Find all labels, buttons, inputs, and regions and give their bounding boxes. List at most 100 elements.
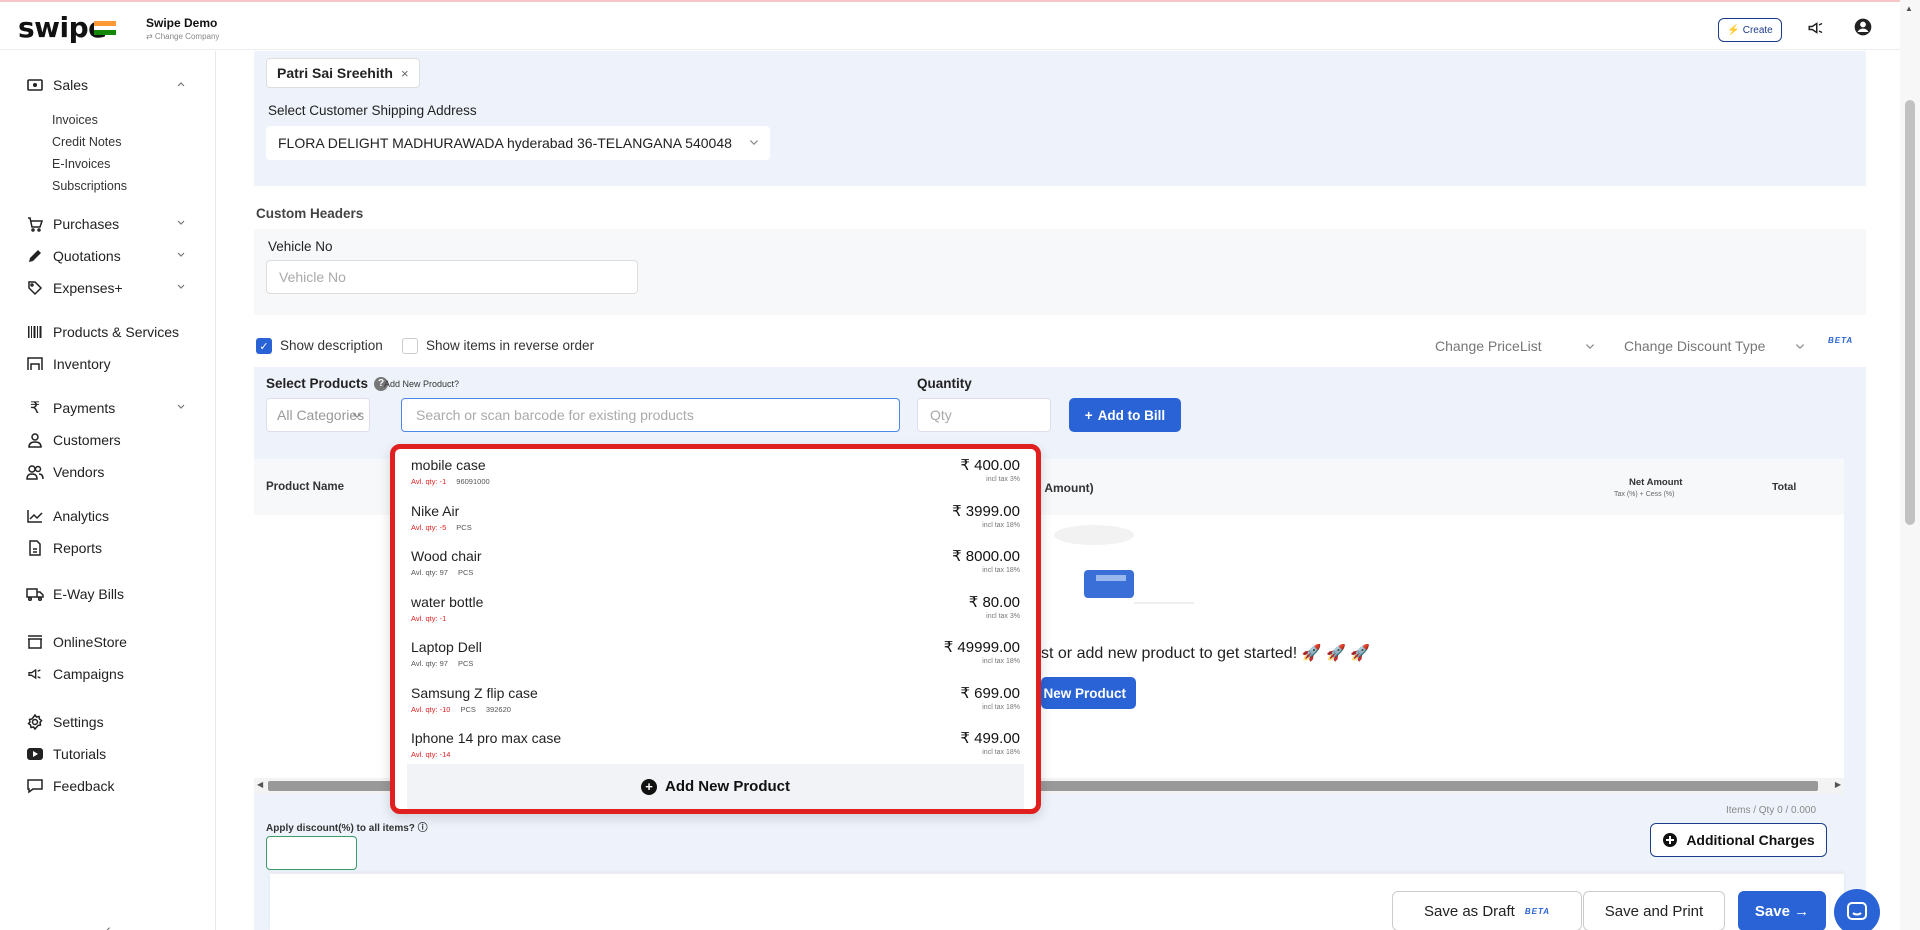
remove-customer-icon[interactable]: × bbox=[401, 66, 409, 81]
product-suggestion-item[interactable]: mobile case ₹ 400.00 Avl. qty: -1 96091000 i… bbox=[395, 449, 1036, 495]
quantity-input[interactable] bbox=[917, 398, 1051, 432]
sidebar-item-online-store[interactable]: OnlineStore bbox=[26, 631, 196, 653]
change-pricelist-select[interactable]: Change PriceList bbox=[1435, 338, 1542, 354]
product-search-input[interactable] bbox=[401, 398, 900, 432]
sidebar-item-tutorials[interactable]: Tutorials bbox=[26, 743, 196, 765]
account-icon[interactable] bbox=[1852, 16, 1874, 38]
chat-support-icon[interactable] bbox=[1834, 889, 1880, 930]
show-description-label[interactable]: Show description bbox=[280, 338, 383, 353]
sidebar-sub-credit-notes[interactable]: Credit Notes bbox=[52, 135, 121, 149]
sidebar-collapse-icon[interactable]: ‹ bbox=[106, 921, 111, 930]
reverse-order-label[interactable]: Show items in reverse order bbox=[426, 338, 594, 353]
sidebar-item-label: Expenses+ bbox=[53, 280, 123, 296]
customer-tag[interactable]: Patri Sai Sreehith × bbox=[266, 58, 420, 88]
save-and-print-button[interactable]: Save and Print bbox=[1583, 891, 1725, 930]
product-price: ₹ 400.00 bbox=[960, 457, 1020, 474]
sidebar: Sales Invoices Credit Notes E-Invoices S… bbox=[0, 51, 216, 930]
scroll-left-arrow-icon[interactable]: ◀ bbox=[257, 780, 263, 789]
product-suggestion-item[interactable]: water bottle ₹ 80.00 Avl. qty: -1 incl tax … bbox=[395, 586, 1036, 632]
sidebar-sub-e-invoices[interactable]: E-Invoices bbox=[52, 157, 110, 171]
product-suggestion-item[interactable]: Nike Air ₹ 3999.00 Avl. qty: -5 PCS incl tax… bbox=[395, 495, 1036, 541]
dropdown-add-new-product-button[interactable]: + Add New Product bbox=[407, 764, 1024, 809]
sidebar-item-campaigns[interactable]: Campaigns bbox=[26, 663, 196, 685]
change-company-link[interactable]: ⇄ Change Company bbox=[146, 32, 219, 41]
save-as-draft-button[interactable]: Save as Draft BETA bbox=[1392, 891, 1582, 930]
product-name: mobile case bbox=[411, 457, 486, 473]
chevron-down-icon[interactable] bbox=[175, 281, 187, 293]
available-qty: Avl. qty: -5 bbox=[411, 522, 447, 532]
sidebar-item-feedback[interactable]: Feedback bbox=[26, 775, 196, 797]
product-name: Iphone 14 pro max case bbox=[411, 730, 562, 746]
sidebar-item-purchases[interactable]: Purchases bbox=[26, 213, 196, 235]
sidebar-item-expenses[interactable]: Expenses+ bbox=[26, 277, 196, 299]
product-suggestion-item[interactable]: Wood chair ₹ 8000.00 Avl. qty: 97 PCS incl t… bbox=[395, 540, 1036, 586]
chevron-down-icon[interactable] bbox=[175, 401, 187, 413]
sidebar-item-products-services[interactable]: Products & Services bbox=[26, 321, 196, 343]
product-price: ₹ 49999.00 bbox=[943, 639, 1020, 656]
sidebar-sub-invoices[interactable]: Invoices bbox=[52, 113, 98, 127]
sidebar-item-customers[interactable]: Customers bbox=[26, 429, 196, 451]
product-price: ₹ 699.00 bbox=[960, 684, 1020, 702]
product-price: ₹ 499.00 bbox=[960, 730, 1020, 747]
product-meta: Avl. qty: 97 PCS bbox=[411, 659, 483, 668]
chevron-down-icon bbox=[748, 137, 760, 149]
create-button[interactable]: ⚡ Create bbox=[1718, 18, 1782, 42]
page-scrollbar-thumb[interactable] bbox=[1905, 100, 1915, 525]
product-suggestion-item[interactable]: Laptop Dell ₹ 49999.00 Avl. qty: 97 PCS incl… bbox=[395, 631, 1036, 677]
sidebar-item-eway-bills[interactable]: E-Way Bills bbox=[26, 583, 196, 605]
footer-actions: Save as Draft BETA Save and Print Save → bbox=[270, 873, 1844, 930]
add-new-product-button[interactable]: New Product bbox=[1041, 677, 1136, 709]
file-report-icon bbox=[26, 539, 44, 557]
category-select[interactable]: All Categories bbox=[266, 398, 370, 432]
product-suggestion-list: mobile case ₹ 400.00 Avl. qty: -1 96091000 i… bbox=[395, 449, 1036, 764]
product-meta: Avl. qty: -5 PCS bbox=[411, 523, 482, 532]
product-unit: PCS bbox=[460, 704, 476, 714]
save-button[interactable]: Save → bbox=[1738, 891, 1826, 930]
sidebar-sub-subscriptions[interactable]: Subscriptions bbox=[52, 179, 127, 193]
add-to-bill-label: Add to Bill bbox=[1097, 407, 1166, 423]
apply-discount-input[interactable] bbox=[266, 836, 357, 870]
product-suggestion-item[interactable]: Iphone 14 pro max case ₹ 499.00 Avl. qty: … bbox=[395, 722, 1036, 764]
product-hsn-code: 96091000 bbox=[456, 477, 490, 486]
sidebar-item-label: OnlineStore bbox=[53, 634, 127, 650]
reverse-order-checkbox[interactable] bbox=[402, 338, 418, 354]
sidebar-item-settings[interactable]: Settings bbox=[26, 711, 196, 733]
announcements-icon[interactable] bbox=[1806, 18, 1826, 38]
chart-line-icon bbox=[26, 507, 44, 525]
sidebar-item-reports[interactable]: Reports bbox=[26, 537, 196, 559]
chevron-down-icon[interactable] bbox=[1794, 341, 1806, 353]
product-suggestion-item[interactable]: Samsung Z flip case ₹ 699.00 Avl. qty: -10… bbox=[395, 677, 1036, 723]
add-new-product-link[interactable]: Add New Product? bbox=[384, 379, 459, 389]
options-row: ✓ Show description Show items in reverse… bbox=[254, 333, 1866, 359]
change-discount-type-select[interactable]: Change Discount Type bbox=[1624, 338, 1765, 354]
vehicle-no-input[interactable] bbox=[266, 260, 638, 294]
beta-badge: BETA bbox=[1828, 336, 1854, 345]
sidebar-item-inventory[interactable]: Inventory bbox=[26, 353, 196, 375]
page-scrollbar[interactable]: ▲ bbox=[1900, 0, 1920, 930]
chevron-down-icon[interactable] bbox=[175, 217, 187, 229]
scroll-up-arrow-icon[interactable]: ▲ bbox=[1905, 4, 1913, 13]
sidebar-item-quotations[interactable]: Quotations bbox=[26, 245, 196, 267]
sidebar-item-vendors[interactable]: Vendors bbox=[26, 461, 196, 483]
chevron-up-icon[interactable] bbox=[175, 78, 187, 90]
chevron-down-icon[interactable] bbox=[175, 249, 187, 261]
sidebar-item-label: Tutorials bbox=[53, 746, 107, 762]
chevron-down-icon bbox=[351, 410, 363, 422]
cart-icon bbox=[26, 215, 44, 233]
message-icon bbox=[26, 777, 44, 795]
plus-icon: + bbox=[1084, 407, 1093, 423]
company-name[interactable]: Swipe Demo bbox=[146, 16, 217, 30]
additional-charges-button[interactable]: Additional Charges bbox=[1650, 823, 1827, 857]
product-unit: PCS bbox=[456, 522, 472, 532]
shipping-address-value: FLORA DELIGHT MADHURAWADA hyderabad 36-T… bbox=[278, 135, 732, 151]
show-description-checkbox[interactable]: ✓ bbox=[256, 338, 272, 354]
sidebar-item-analytics[interactable]: Analytics bbox=[26, 505, 196, 527]
sidebar-item-sales[interactable]: Sales bbox=[26, 74, 196, 96]
chevron-down-icon[interactable] bbox=[1584, 341, 1596, 353]
users-icon bbox=[26, 463, 44, 481]
shipping-address-select[interactable]: FLORA DELIGHT MADHURAWADA hyderabad 36-T… bbox=[266, 126, 770, 160]
scroll-right-arrow-icon[interactable]: ▶ bbox=[1835, 780, 1841, 789]
user-icon bbox=[26, 431, 44, 449]
add-to-bill-button[interactable]: + Add to Bill bbox=[1069, 398, 1181, 432]
sidebar-item-payments[interactable]: ₹ Payments bbox=[26, 397, 196, 419]
